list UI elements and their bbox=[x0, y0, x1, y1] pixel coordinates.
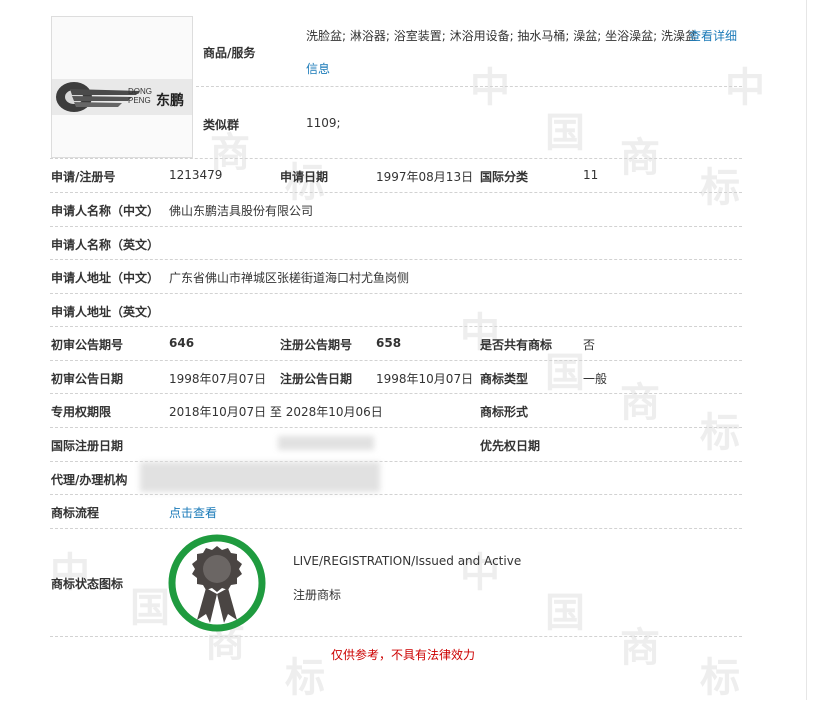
row-divider bbox=[50, 528, 742, 529]
similar-group-label: 类似群 bbox=[203, 118, 240, 132]
applicant-en-label: 申请人名称（英文） bbox=[51, 238, 160, 252]
reg-pub-no-value: 658 bbox=[376, 336, 402, 350]
agent-label: 代理/办理机构 bbox=[51, 473, 128, 487]
mark-type-value: 一般 bbox=[583, 372, 608, 386]
apply-date-label: 申请日期 bbox=[280, 170, 329, 184]
flow-view-link[interactable]: 点击查看 bbox=[169, 504, 217, 521]
row-divider bbox=[50, 360, 742, 361]
logo-chinese-text: 东鹏 bbox=[156, 92, 184, 109]
row-divider bbox=[50, 393, 742, 394]
redacted-agent bbox=[140, 462, 380, 492]
apply-date-value: 1997年08月13日 bbox=[376, 170, 474, 184]
row-divider bbox=[50, 494, 742, 495]
address-en-label: 申请人地址（英文） bbox=[51, 305, 160, 319]
prelim-date-value: 1998年07月07日 bbox=[169, 372, 267, 386]
address-cn-label: 申请人地址（中文） bbox=[51, 271, 160, 285]
intl-class-label: 国际分类 bbox=[480, 170, 529, 184]
status-chinese: 注册商标 bbox=[293, 588, 342, 602]
row-divider bbox=[50, 158, 742, 159]
reg-no-value: 1213479 bbox=[169, 168, 223, 182]
row-divider bbox=[50, 226, 742, 227]
row-divider bbox=[50, 293, 742, 294]
trademark-logo-graphic: DONG PENG 东鹏 bbox=[52, 79, 192, 115]
shared-mark-label: 是否共有商标 bbox=[480, 338, 553, 352]
row-divider bbox=[50, 427, 742, 428]
similar-group-value: 1109; bbox=[306, 116, 341, 130]
mark-type-label: 商标类型 bbox=[480, 372, 529, 386]
shared-mark-value: 否 bbox=[583, 338, 596, 352]
intl-class-value: 11 bbox=[583, 168, 599, 182]
status-icon-label: 商标状态图标 bbox=[51, 577, 124, 591]
row-divider bbox=[50, 636, 742, 637]
flow-label: 商标流程 bbox=[51, 506, 100, 520]
goods-detail-link-cont[interactable]: 信息 bbox=[306, 60, 330, 77]
prelim-date-label: 初审公告日期 bbox=[51, 372, 124, 386]
logo-latin-top: DONG bbox=[128, 87, 152, 96]
applicant-cn-value: 佛山东鹏洁具股份有限公司 bbox=[169, 204, 314, 218]
goods-label: 商品/服务 bbox=[203, 46, 256, 60]
status-english: LIVE/REGISTRATION/Issued and Active bbox=[293, 554, 522, 568]
award-ribbon-icon bbox=[168, 534, 266, 632]
disclaimer-footer: 仅供参考，不具有法律效力 bbox=[330, 648, 475, 662]
applicant-cn-label: 申请人名称（中文） bbox=[51, 204, 160, 218]
exclusive-period-value: 2018年10月07日 至 2028年10月06日 bbox=[169, 405, 383, 419]
reg-pub-no-label: 注册公告期号 bbox=[280, 338, 353, 352]
row-divider bbox=[50, 326, 742, 327]
prelim-no-label: 初审公告期号 bbox=[51, 338, 124, 352]
exclusive-period-label: 专用权期限 bbox=[51, 405, 112, 419]
reg-pub-date-value: 1998年10月07日 bbox=[376, 372, 474, 386]
goods-detail-link[interactable]: 查看详细 bbox=[689, 27, 737, 44]
redacted-field bbox=[278, 436, 374, 450]
intl-reg-date-label: 国际注册日期 bbox=[51, 439, 124, 453]
logo-latin-bottom: PENG bbox=[128, 96, 151, 105]
goods-value: 洗脸盆; 淋浴器; 浴室装置; 沐浴用设备; 抽水马桶; 澡盆; 坐浴澡盆; 洗… bbox=[306, 29, 698, 43]
reg-no-label: 申请/注册号 bbox=[51, 170, 116, 184]
row-divider bbox=[50, 192, 742, 193]
reg-pub-date-label: 注册公告日期 bbox=[280, 372, 353, 386]
prelim-no-value: 646 bbox=[169, 336, 195, 350]
address-cn-value: 广东省佛山市禅城区张槎街道海口村尤鱼岗侧 bbox=[169, 271, 410, 285]
priority-date-label: 优先权日期 bbox=[480, 439, 541, 453]
row-divider bbox=[50, 259, 742, 260]
mark-form-label: 商标形式 bbox=[480, 405, 529, 419]
goods-divider bbox=[196, 86, 742, 87]
trademark-image: DONG PENG 东鹏 bbox=[51, 16, 193, 158]
